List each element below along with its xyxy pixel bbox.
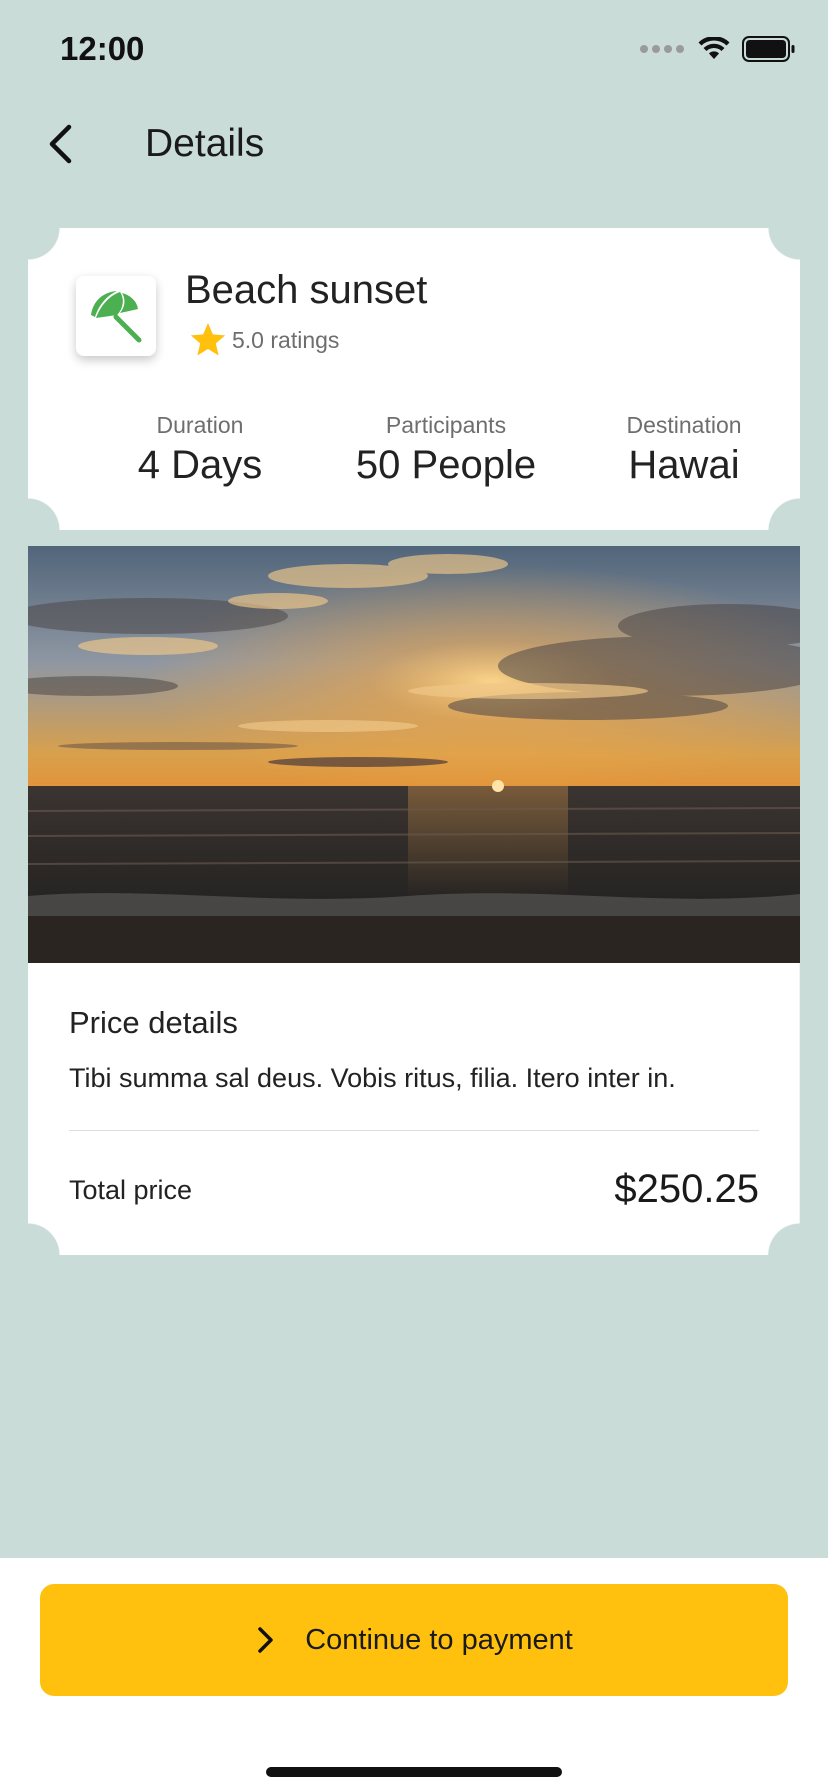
chevron-left-icon (49, 124, 72, 164)
rating-text: 5.0 ratings (232, 326, 340, 353)
total-price-value: $250.25 (614, 1167, 759, 1211)
details-screen: 12:00 Details Beach sunset 5.0 ratings D… (0, 0, 828, 1792)
page-title: Details (145, 122, 265, 165)
header: Details (0, 100, 828, 190)
trip-card: Beach sunset 5.0 ratings Duration 4 Days… (28, 228, 800, 530)
price-description: Tibi summa sal deus. Vobis ritus, filia.… (69, 1063, 676, 1093)
beach-umbrella-icon (91, 291, 142, 343)
continue-to-payment-button[interactable]: Continue to payment (40, 1584, 788, 1696)
total-price-label: Total price (69, 1175, 193, 1205)
stat-value: Hawai (628, 443, 740, 487)
status-time: 12:00 (60, 30, 145, 67)
stat-value: 50 People (355, 443, 537, 487)
stat-value: 4 Days (137, 443, 263, 487)
bottom-panel: Continue to payment (0, 1558, 828, 1792)
price-card: Price details Tibi summa sal deus. Vobis… (28, 963, 800, 1255)
rating: 5.0 ratings (188, 320, 339, 360)
chevron-right-icon (258, 1627, 273, 1653)
trip-icon-tile (76, 276, 156, 356)
stat-destination: Destination Hawai (568, 412, 800, 488)
stat-participants: Participants 50 People (296, 412, 596, 488)
wifi-icon (698, 37, 730, 59)
divider (69, 1130, 759, 1131)
stat-label: Destination (626, 412, 742, 438)
cellular-signal-icon (640, 45, 684, 53)
price-heading: Price details (69, 1005, 238, 1040)
battery-icon (742, 36, 795, 62)
status-bar: 12:00 (0, 0, 828, 100)
stat-label: Duration (156, 412, 244, 438)
star-icon (190, 323, 226, 356)
stat-label: Participants (385, 412, 507, 438)
stat-duration: Duration 4 Days (84, 412, 316, 488)
back-button[interactable] (36, 120, 84, 168)
trip-title: Beach sunset (185, 268, 428, 312)
beach-sunset-photo (28, 546, 800, 963)
continue-to-payment-label: Continue to payment (305, 1623, 573, 1656)
home-indicator (266, 1767, 562, 1777)
status-icons (640, 36, 796, 62)
